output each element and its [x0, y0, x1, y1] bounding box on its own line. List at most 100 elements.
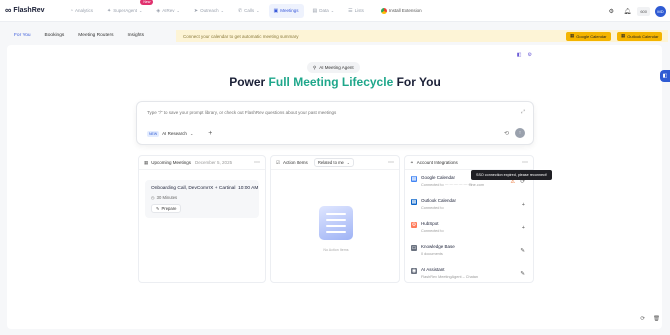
action-items-panel: ☑ Action Items Related to me ⌄ ⋯ No Actio… [270, 155, 400, 283]
integrations-header: ⚭ Account Integrations ⋯ [405, 156, 533, 170]
link-icon: ⚭ [410, 159, 414, 165]
more-icon[interactable]: ⋯ [388, 159, 394, 166]
meetings-icon: ▣ [273, 7, 279, 14]
tab-for-you[interactable]: For You [14, 27, 31, 43]
lists-icon: ☰ [348, 7, 353, 14]
outlook-calendar-button-label: Outlook Calendar [627, 33, 659, 39]
more-icon[interactable]: ⋯ [254, 159, 260, 166]
nav-item-data[interactable]: ▤ Data ⌄ [308, 4, 340, 18]
hubspot-icon: ⚙ [411, 222, 417, 228]
nav-item-label: AIRev [162, 8, 175, 13]
outlook-calendar-button[interactable]: ▦ Outlook Calendar [617, 31, 663, 41]
bell-icon[interactable]: 🔔︎ [622, 6, 632, 16]
settings-icon[interactable]: ⚙ [606, 6, 616, 16]
nav-item-outreach[interactable]: ➤ Outreach ⌄ [189, 4, 229, 18]
upcoming-meetings-header: ▦ Upcoming Meetings December 5, 2025 ⋯ [139, 156, 265, 170]
upcoming-meetings-date: December 5, 2025 [195, 160, 233, 165]
nav-item-analytics[interactable]: ◔ Analytics [65, 4, 98, 18]
logo[interactable]: ∞ FlashRev [5, 6, 59, 15]
action-items-icon: ☑ [276, 159, 281, 165]
install-extension-link[interactable]: Install Extension [380, 7, 422, 14]
chevron-down-icon: ⌄ [176, 8, 180, 13]
action-items-title: Action Items [283, 160, 308, 165]
integration-row: ◉ AI Assistant FlashRev MeetingAgent – Cha… [405, 267, 533, 287]
google-calendar-button-label: Google Calendar [576, 33, 607, 39]
mode-select[interactable]: AI Research [162, 131, 187, 136]
superagent-icon: ✦ [107, 7, 112, 14]
nav-item-label: Outreach [200, 8, 219, 13]
integration-text: Outlook Calendar Connected to [421, 198, 456, 210]
history-icon[interactable]: ⟲ [504, 130, 509, 137]
gear-icon[interactable]: ⚙ [528, 52, 532, 58]
meeting-duration: ◷ 30 Minutes [151, 195, 253, 200]
chrome-icon [380, 7, 387, 14]
meeting-title-text: Onboarding Call, DevComrrX + Cartinal [151, 186, 236, 191]
nav-item-lists[interactable]: ☰ Lists [343, 4, 369, 18]
tab-insights[interactable]: Insights [127, 27, 144, 43]
action-items-header: ☑ Action Items Related to me ⌄ ⋯ [271, 156, 399, 170]
integration-name: HubSpot [421, 221, 439, 226]
google-calendar-icon: ▦ [411, 176, 417, 182]
nav-item-meetings[interactable]: ▣ Meetings [268, 3, 304, 18]
knowledge-base-icon: ▭ [411, 245, 417, 251]
page-title: Power Full Meeting Lifecycle For You [0, 75, 670, 89]
agent-pill-icon: ⚲ [313, 64, 317, 70]
nav-item-airev[interactable]: ◈ AIRev ⌄ [151, 4, 184, 18]
trash-icon[interactable]: 🗑︎ [653, 316, 660, 322]
outlook-calendar-icon: ▦ [621, 33, 626, 38]
prompt-input[interactable] [147, 110, 517, 115]
nav-item-superagent[interactable]: ✦ SuperAgent ⌄ New [102, 0, 154, 18]
top-nav: ∞ FlashRev ◔ Analytics ✦ SuperAgent ⌄ New ◈ AIR… [0, 0, 670, 22]
related-filter[interactable]: Related to me ⌄ [313, 158, 354, 167]
nav-right: ⚙ 🔔︎ 600 MD [600, 0, 666, 22]
nav-item-label: Data [319, 8, 329, 13]
meeting-duration-text: 30 Minutes [156, 195, 178, 200]
integration-name: Knowledge Base [421, 244, 455, 249]
credit-badge[interactable]: 600 [637, 6, 650, 16]
nav-item-label: Lists [354, 8, 364, 13]
ai-assistant-icon: ◉ [411, 268, 417, 274]
prepare-label: Prepare [161, 206, 177, 211]
tab-bookings[interactable]: Bookings [45, 27, 65, 43]
empty-state-illustration [319, 206, 353, 240]
more-icon[interactable]: ⋯ [522, 159, 528, 166]
integrations-list: ▦ Google Calendar Connected to ···········… [405, 175, 533, 287]
chevron-down-icon: ⌄ [346, 161, 350, 165]
chevron-down-icon: ⌄ [256, 8, 260, 13]
edit-icon[interactable]: ✎ [520, 248, 525, 254]
meeting-time: 10:00 AM [238, 186, 259, 191]
outlook-calendar-icon: ▦ [411, 199, 417, 205]
send-button[interactable]: ↑ [515, 128, 525, 138]
calendar-icon: ▦ [144, 159, 149, 165]
analytics-icon: ◔ [70, 7, 74, 14]
add-icon[interactable]: + [522, 225, 525, 231]
tab-meeting-routers[interactable]: Meeting Routers [78, 27, 113, 43]
headline-accent: Full Meeting Lifecycle [268, 75, 394, 89]
chevron-down-icon[interactable]: ⌄ [190, 131, 193, 136]
headline-post: For You [393, 75, 441, 89]
avatar[interactable]: MD [655, 5, 666, 17]
chevron-down-icon: ⌄ [220, 8, 224, 13]
pencil-icon: ✎ [156, 206, 160, 211]
google-calendar-button[interactable]: ▦ Google Calendar [566, 31, 611, 41]
add-icon[interactable]: + [522, 202, 525, 208]
clock-icon: ◷ [151, 195, 155, 200]
empty-state-text: No Action Items [323, 248, 349, 252]
meeting-card[interactable]: Onboarding Call, DevComrrX + Cartinal 10… [145, 180, 259, 218]
add-button[interactable]: + [208, 130, 212, 137]
assistant-side-tab[interactable]: ◧ [660, 70, 670, 82]
edit-icon[interactable]: ✎ [520, 271, 525, 277]
nav-item-label: SuperAgent [113, 8, 138, 13]
expand-icon[interactable]: ⤢ [521, 109, 525, 115]
ai-meeting-agent-pill[interactable]: ⚲ AI Meeting Agent [307, 62, 360, 73]
nav-item-calls[interactable]: ✆ Calls ⌄ [233, 4, 265, 18]
refresh-icon[interactable]: ⟳ [640, 316, 645, 322]
integration-name: Outlook Calendar [421, 198, 457, 203]
prepare-button[interactable]: ✎ Prepare [151, 204, 182, 213]
agent-icon[interactable]: ◧ [517, 52, 522, 58]
integration-text: AI Assistant FlashRev MeetingAgent – Chat… [421, 267, 478, 279]
logo-icon: ∞ [5, 5, 12, 15]
upcoming-meetings-panel: ▦ Upcoming Meetings December 5, 2025 ⋯ O… [138, 155, 266, 283]
install-extension-label: Install Extension [388, 8, 422, 13]
headline-pre: Power [229, 75, 269, 89]
